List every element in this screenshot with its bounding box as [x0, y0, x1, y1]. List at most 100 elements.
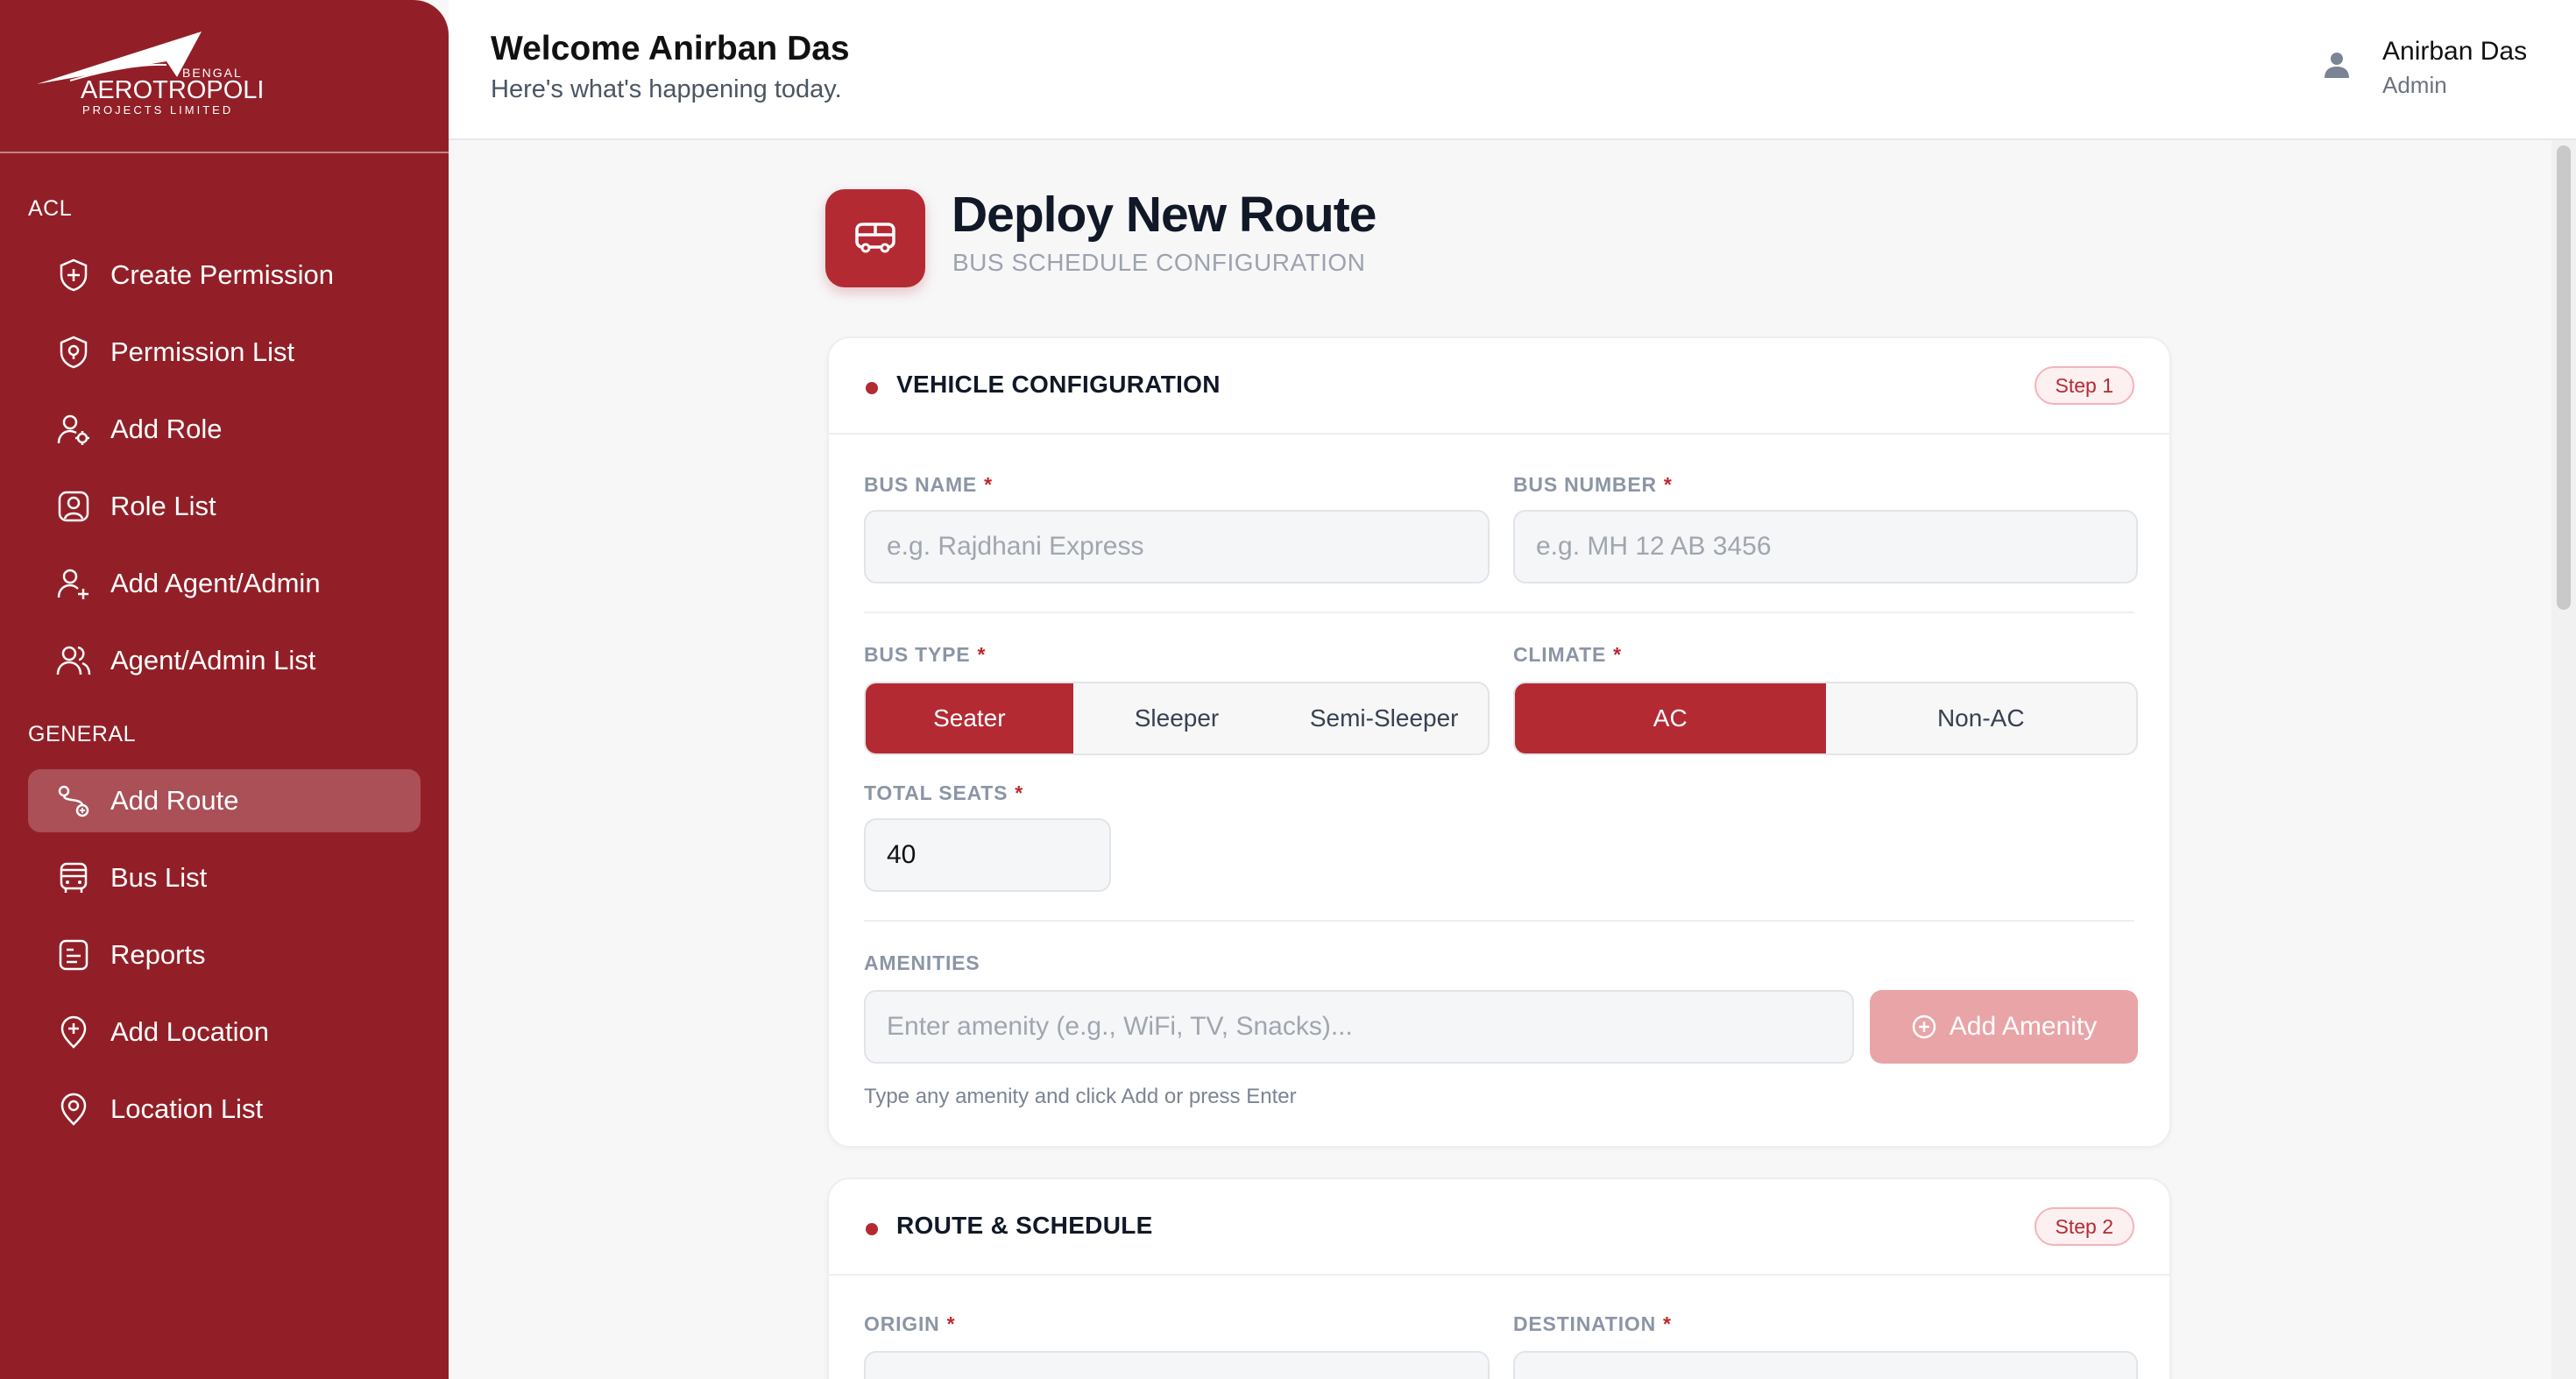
bus-name-input[interactable] [864, 510, 1490, 583]
sidebar-item-reports[interactable]: Reports [28, 923, 421, 987]
bus-icon [825, 189, 925, 287]
amenities-label: AMENITIES [864, 951, 980, 974]
origin-select[interactable] [864, 1351, 1490, 1379]
location-pin-icon [54, 1090, 93, 1128]
destination-select[interactable] [1513, 1351, 2138, 1379]
bus-type-option-semi-sleeper[interactable]: Semi-Sleeper [1280, 683, 1488, 753]
bus-number-input[interactable] [1513, 510, 2138, 583]
sidebar-item-add-route[interactable]: Add Route [28, 769, 421, 832]
users-icon [54, 641, 93, 680]
add-amenity-button[interactable]: Add Amenity [1870, 990, 2138, 1064]
required-mark: * [984, 473, 993, 496]
sidebar-item-label: Create Permission [110, 259, 334, 290]
logo[interactable]: BENGAL AEROTROPOLIS PROJECTS LIMITED [0, 0, 449, 153]
bus-number-label-text: BUS NUMBER [1513, 473, 1657, 496]
origin-label: ORIGIN * [864, 1312, 955, 1336]
sidebar-item-add-location[interactable]: Add Location [28, 1001, 421, 1064]
sidebar-item-label: Add Role [110, 414, 223, 444]
bus-number-label: BUS NUMBER * [1513, 473, 1673, 497]
svg-text:AEROTROPOLIS: AEROTROPOLIS [81, 76, 263, 104]
sidebar-item-label: Bus List [110, 862, 208, 893]
user-plus-icon [54, 564, 93, 603]
climate-label: CLIMATE * [1513, 643, 1622, 667]
bus-type-option-sleeper[interactable]: Sleeper [1073, 683, 1281, 753]
sidebar-item-location-list[interactable]: Location List [28, 1078, 421, 1141]
sidebar-item-label: Location List [110, 1093, 264, 1124]
section-label-general: GENERAL [28, 722, 136, 746]
location-plus-icon [54, 1013, 93, 1051]
sidebar-item-label: Reports [110, 939, 206, 970]
step-badge: Step 2 [2034, 1207, 2134, 1246]
required-mark: * [1662, 1312, 1672, 1335]
total-seats-label: TOTAL SEATS * [864, 781, 1023, 805]
section-label-acl: ACL [28, 196, 73, 221]
page-title: Deploy New Route [952, 187, 1376, 243]
destination-label: DESTINATION * [1513, 1312, 1672, 1336]
climate-option-non-ac[interactable]: Non-AC [1826, 683, 2137, 753]
origin-label-text: ORIGIN [864, 1312, 940, 1335]
climate-option-ac[interactable]: AC [1515, 683, 1826, 753]
destination-label-text: DESTINATION [1513, 1312, 1656, 1335]
bus-name-label-text: BUS NAME [864, 473, 978, 496]
amenity-hint: Type any amenity and click Add or press … [864, 1085, 1297, 1108]
total-seats-input[interactable] [864, 818, 1111, 892]
top-header: Welcome Anirban Das Here's what's happen… [449, 0, 2576, 140]
step-badge: Step 1 [2034, 366, 2134, 405]
bus-type-selector: Seater Sleeper Semi-Sleeper [864, 682, 1490, 755]
sidebar-item-label: Role List [110, 491, 216, 521]
climate-selector: AC Non-AC [1513, 682, 2138, 755]
report-icon [54, 936, 93, 974]
sidebar-item-role-list[interactable]: Role List [28, 475, 421, 538]
sidebar-item-label: Add Agent/Admin [110, 568, 321, 598]
plus-circle-icon [1911, 1014, 1937, 1040]
bus-type-label-text: BUS TYPE [864, 643, 971, 666]
sidebar-item-add-role[interactable]: Add Role [28, 398, 421, 461]
user-icon[interactable] [2324, 51, 2350, 83]
shield-pin-icon [54, 333, 93, 371]
welcome-title: Welcome Anirban Das [491, 30, 850, 67]
sidebar-item-bus-list[interactable]: Bus List [28, 846, 421, 909]
total-seats-label-text: TOTAL SEATS [864, 781, 1008, 804]
required-mark: * [1015, 781, 1024, 804]
route-schedule-card: ROUTE & SCHEDULE Step 2 ORIGIN * DESTINAT… [827, 1177, 2171, 1379]
scrollbar-thumb[interactable] [2557, 145, 2571, 610]
bus-name-label: BUS NAME * [864, 473, 993, 497]
required-mark: * [946, 1312, 956, 1335]
climate-label-text: CLIMATE [1513, 643, 1607, 666]
welcome-subtitle: Here's what's happening today. [491, 75, 842, 103]
sidebar-item-label: Permission List [110, 336, 295, 367]
sidebar: BENGAL AEROTROPOLIS PROJECTS LIMITED ACL… [0, 0, 449, 1379]
page-subtitle: BUS SCHEDULE CONFIGURATION [952, 249, 1366, 276]
route-icon [54, 781, 93, 820]
shield-plus-icon [54, 256, 93, 294]
add-amenity-label: Add Amenity [1949, 1012, 2098, 1041]
required-mark: * [1663, 473, 1673, 496]
card-title: VEHICLE CONFIGURATION [896, 371, 1221, 398]
section-dot [866, 382, 878, 394]
sidebar-item-permission-list[interactable]: Permission List [28, 321, 421, 384]
sidebar-item-agent-admin-list[interactable]: Agent/Admin List [28, 629, 421, 692]
user-square-icon [54, 487, 93, 526]
sidebar-item-create-permission[interactable]: Create Permission [28, 244, 421, 307]
svg-text:PROJECTS LIMITED: PROJECTS LIMITED [82, 103, 233, 117]
section-dot [866, 1223, 878, 1235]
required-mark: * [1613, 643, 1622, 666]
vehicle-configuration-card: VEHICLE CONFIGURATION Step 1 BUS NAME * B… [827, 336, 2171, 1148]
card-header: ROUTE & SCHEDULE Step 2 [829, 1179, 2169, 1276]
amenity-input[interactable] [864, 990, 1854, 1064]
divider [864, 920, 2134, 922]
user-name[interactable]: Anirban Das [2382, 37, 2527, 67]
bus-type-label: BUS TYPE * [864, 643, 986, 667]
user-role: Admin [2382, 72, 2447, 98]
sidebar-item-label: Agent/Admin List [110, 645, 316, 675]
required-mark: * [977, 643, 987, 666]
aerotropolis-logo: BENGAL AEROTROPOLIS PROJECTS LIMITED [37, 32, 263, 117]
card-title: ROUTE & SCHEDULE [896, 1212, 1153, 1239]
bus-icon [54, 859, 93, 897]
sidebar-item-add-agent-admin[interactable]: Add Agent/Admin [28, 552, 421, 615]
bus-type-option-seater[interactable]: Seater [866, 683, 1073, 753]
sidebar-item-label: Add Location [110, 1016, 269, 1047]
sidebar-item-label: Add Route [110, 785, 239, 816]
card-header: VEHICLE CONFIGURATION Step 1 [829, 338, 2169, 435]
user-gear-icon [54, 410, 93, 449]
